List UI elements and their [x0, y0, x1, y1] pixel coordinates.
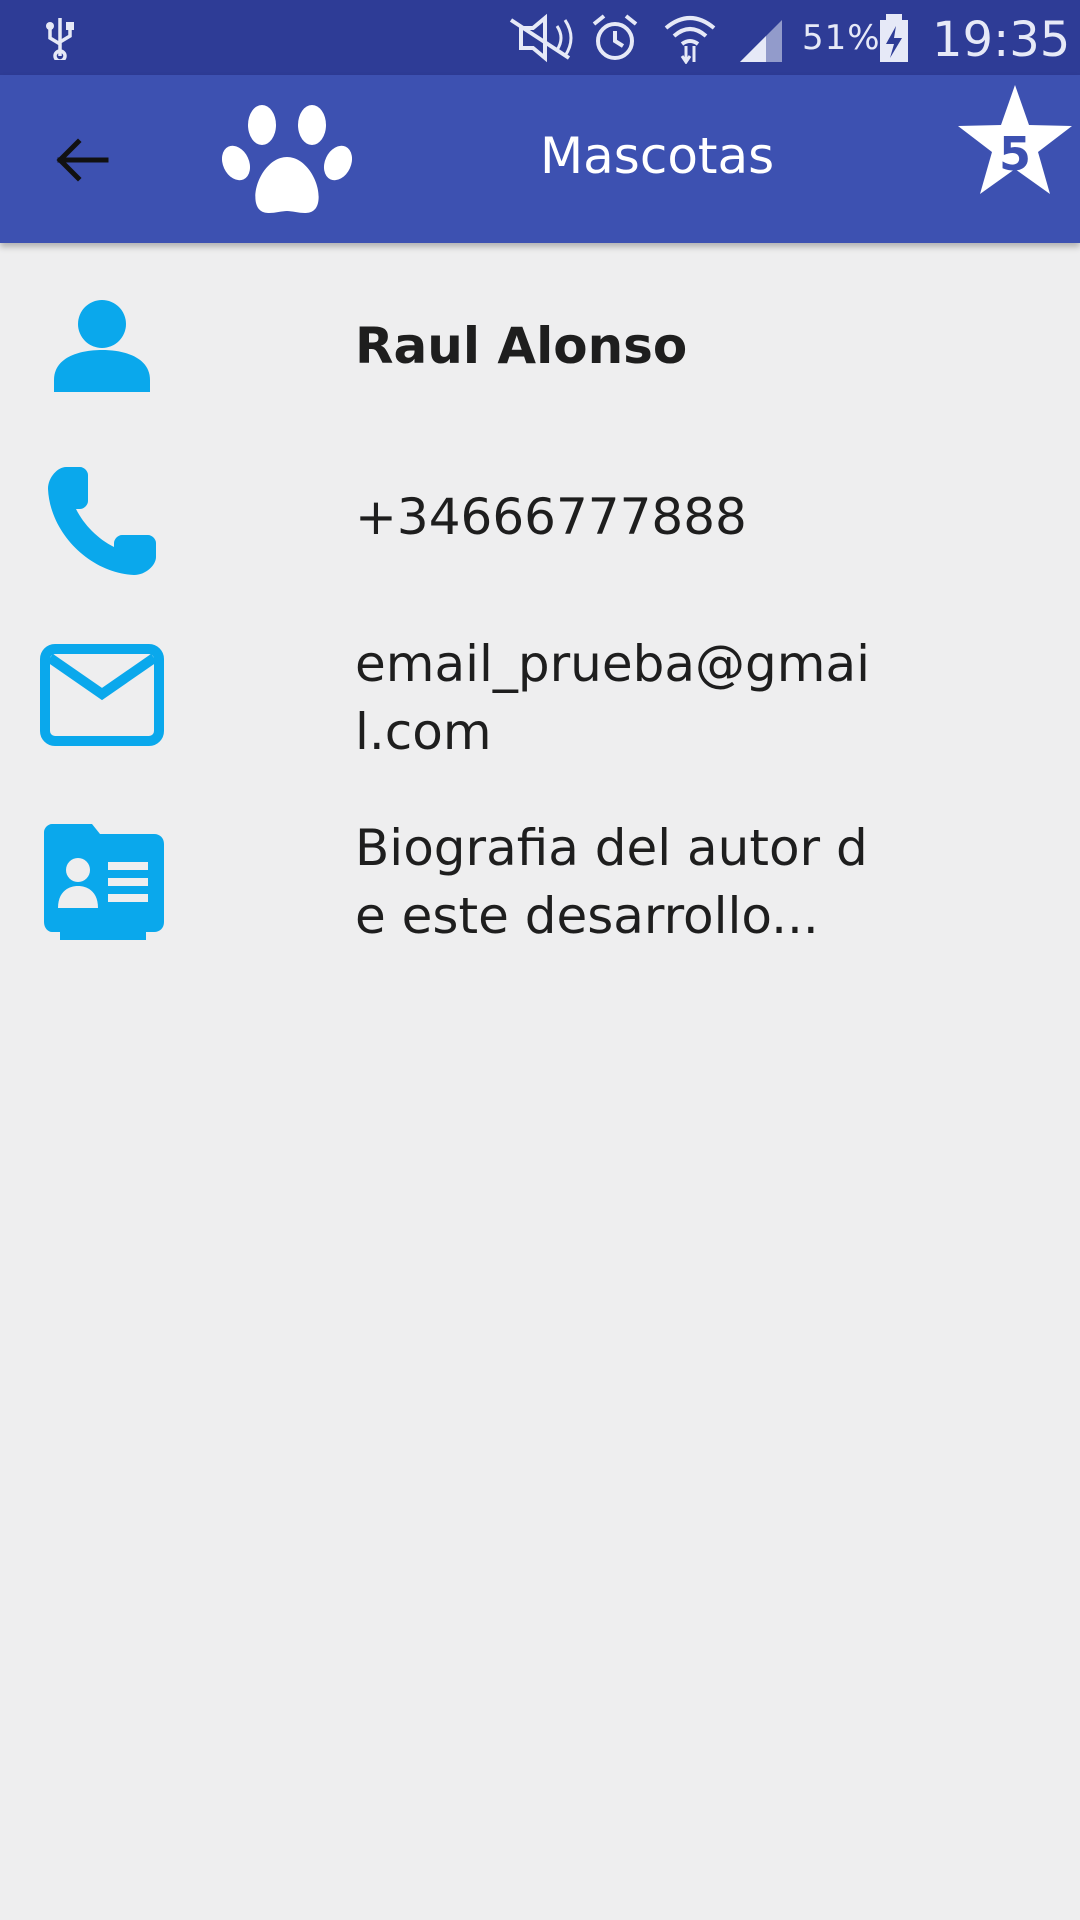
favorites-count: 5	[998, 127, 1031, 181]
signal-icon	[740, 20, 782, 62]
paw-icon	[222, 105, 352, 213]
person-icon	[54, 300, 150, 392]
battery-percentage: 51%	[802, 18, 881, 58]
contact-bio-row: Biografia del autor de este desarrollo..…	[0, 812, 1080, 982]
mute-icon	[509, 13, 573, 63]
contact-phone: +34666777888	[355, 488, 747, 546]
phone-icon	[48, 467, 156, 575]
page-title: Mascotas	[540, 127, 775, 185]
wifi-icon	[664, 16, 716, 64]
contact-email: email_prueba@gmail.com	[355, 635, 870, 761]
usb-icon	[46, 18, 74, 60]
contact-email-row: email_prueba@gmail.com	[0, 630, 1080, 800]
alarm-icon	[592, 14, 638, 60]
status-bar: 51% 19:35	[0, 0, 1080, 75]
email-icon	[40, 644, 164, 746]
battery-charging-icon	[880, 14, 908, 62]
app-bar: Mascotas 5	[0, 75, 1080, 243]
contact-phone-row: +34666777888	[0, 455, 1080, 595]
contact-name-row: Raul Alonso	[0, 280, 1080, 420]
profile-card-icon	[44, 824, 164, 940]
contact-bio: Biografia del autor de este desarrollo..…	[355, 819, 868, 945]
clock: 19:35	[932, 12, 1071, 68]
back-arrow-icon[interactable]	[52, 130, 112, 190]
contact-name: Raul Alonso	[355, 317, 688, 375]
